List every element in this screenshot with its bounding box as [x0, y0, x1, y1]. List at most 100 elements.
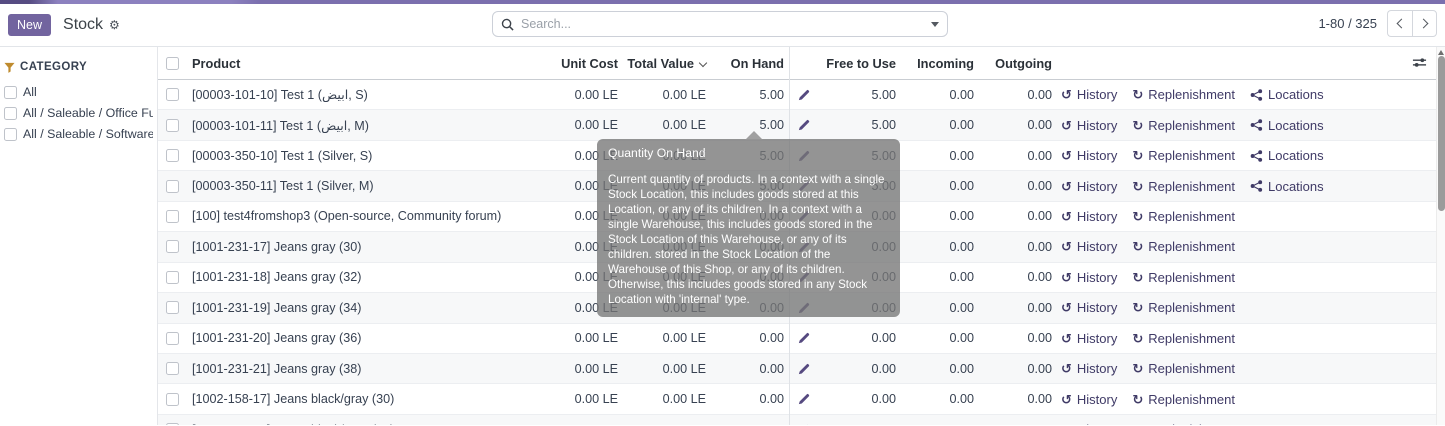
column-header-on-hand[interactable]: On Hand: [706, 56, 784, 71]
table-row[interactable]: [00003-101-11] Test 1 (ابيض, M) 0.00 LE …: [158, 110, 1445, 140]
history-button[interactable]: ↺History: [1061, 148, 1117, 163]
replenishment-button[interactable]: ↻Replenishment: [1132, 209, 1235, 224]
locations-button[interactable]: Locations: [1250, 179, 1324, 194]
edit-pencil-icon[interactable]: [798, 424, 810, 425]
table-row[interactable]: [1001-231-20] Jeans gray (36) 0.00 LE 0.…: [158, 324, 1445, 354]
search-input[interactable]: [521, 17, 925, 31]
vertical-scrollbar[interactable]: [1436, 47, 1445, 425]
table-row[interactable]: [00003-101-10] Test 1 (ابيض, S) 0.00 LE …: [158, 80, 1445, 110]
row-checkbox[interactable]: [166, 240, 179, 253]
replenishment-button[interactable]: ↻Replenishment: [1132, 300, 1235, 315]
replenishment-button[interactable]: ↻Replenishment: [1132, 179, 1235, 194]
locations-button[interactable]: Locations: [1250, 118, 1324, 133]
column-header-total-value[interactable]: Total Value: [618, 56, 706, 71]
replenishment-button[interactable]: ↻Replenishment: [1132, 239, 1235, 254]
history-button[interactable]: ↺History: [1061, 239, 1117, 254]
cell-on-hand[interactable]: 0.00: [706, 331, 784, 345]
cell-product[interactable]: [1001-231-20] Jeans gray (36): [186, 331, 518, 345]
history-button[interactable]: ↺History: [1061, 118, 1117, 133]
pager-previous-button[interactable]: [1387, 10, 1412, 37]
cell-on-hand[interactable]: 5.00: [706, 88, 784, 102]
category-filter-item[interactable]: All / Saleable / Office Fur...: [4, 106, 153, 120]
column-settings-icon[interactable]: [1412, 56, 1427, 70]
cell-product[interactable]: [1002-158-18] Jeans black/gray (32): [186, 423, 518, 425]
replenishment-button[interactable]: ↻Replenishment: [1132, 270, 1235, 285]
cell-product[interactable]: [1001-231-17] Jeans gray (30): [186, 240, 518, 254]
column-header-unit-cost[interactable]: Unit Cost: [518, 56, 618, 71]
history-button[interactable]: ↺History: [1061, 209, 1117, 224]
column-header-product[interactable]: Product: [186, 56, 518, 71]
cell-incoming: 0.00: [896, 149, 974, 163]
edit-pencil-icon[interactable]: [798, 393, 810, 405]
row-checkbox[interactable]: [166, 271, 179, 284]
row-checkbox[interactable]: [166, 210, 179, 223]
gear-icon[interactable]: ⚙: [109, 19, 120, 31]
locations-button[interactable]: Locations: [1250, 148, 1324, 163]
history-button[interactable]: ↺History: [1061, 422, 1117, 425]
scroll-up-arrow-icon[interactable]: [1438, 50, 1444, 55]
search-bar[interactable]: [492, 11, 948, 37]
new-button[interactable]: New: [8, 14, 51, 36]
cell-product[interactable]: [00003-350-11] Test 1 (Silver, M): [186, 179, 518, 193]
history-button[interactable]: ↺History: [1061, 300, 1117, 315]
category-checkbox[interactable]: [4, 107, 17, 120]
category-checkbox[interactable]: [4, 86, 17, 99]
cell-on-hand[interactable]: 0.00: [706, 423, 784, 425]
row-checkbox[interactable]: [166, 301, 179, 314]
replenishment-button[interactable]: ↻Replenishment: [1132, 148, 1235, 163]
cell-product[interactable]: [00003-350-10] Test 1 (Silver, S): [186, 149, 518, 163]
replenishment-button[interactable]: ↻Replenishment: [1132, 361, 1235, 376]
history-button[interactable]: ↺History: [1061, 361, 1117, 376]
edit-pencil-icon[interactable]: [798, 119, 810, 131]
cell-product[interactable]: [1002-158-17] Jeans black/gray (30): [186, 392, 518, 406]
cell-product[interactable]: [1001-231-21] Jeans gray (38): [186, 362, 518, 376]
row-checkbox[interactable]: [166, 119, 179, 132]
column-header-incoming[interactable]: Incoming: [896, 56, 974, 71]
row-checkbox[interactable]: [166, 88, 179, 101]
column-header-free-to-use[interactable]: Free to Use: [812, 56, 896, 71]
cell-product[interactable]: [1001-231-19] Jeans gray (34): [186, 301, 518, 315]
edit-pencil-icon[interactable]: [798, 363, 810, 375]
history-icon: ↺: [1061, 423, 1072, 425]
history-button[interactable]: ↺History: [1061, 87, 1117, 102]
replenishment-button[interactable]: ↻Replenishment: [1132, 422, 1235, 425]
cell-incoming: 0.00: [896, 88, 974, 102]
category-filter-item[interactable]: All: [4, 85, 153, 99]
page-title: Stock ⚙: [63, 16, 120, 34]
category-filter-item[interactable]: All / Saleable / Software: [4, 127, 153, 141]
cell-free-to-use: 0.00: [812, 331, 896, 345]
replenishment-button[interactable]: ↻Replenishment: [1132, 392, 1235, 407]
row-checkbox[interactable]: [166, 332, 179, 345]
cell-product[interactable]: [00003-101-11] Test 1 (ابيض, M): [186, 118, 518, 133]
cell-on-hand[interactable]: 0.00: [706, 392, 784, 406]
locations-button[interactable]: Locations: [1250, 87, 1324, 102]
row-checkbox[interactable]: [166, 149, 179, 162]
cell-on-hand[interactable]: 0.00: [706, 362, 784, 376]
select-all-checkbox[interactable]: [166, 57, 179, 70]
cell-product[interactable]: [00003-101-10] Test 1 (ابيض, S): [186, 87, 518, 102]
history-button[interactable]: ↺History: [1061, 331, 1117, 346]
cell-product[interactable]: [100] test4fromshop3 (Open-source, Commu…: [186, 209, 518, 223]
replenishment-button[interactable]: ↻Replenishment: [1132, 87, 1235, 102]
row-checkbox[interactable]: [166, 393, 179, 406]
history-button[interactable]: ↺History: [1061, 179, 1117, 194]
replenishment-button[interactable]: ↻Replenishment: [1132, 331, 1235, 346]
scrollbar-thumb[interactable]: [1438, 56, 1445, 211]
pager-next-button[interactable]: [1412, 10, 1437, 37]
column-header-outgoing[interactable]: Outgoing: [974, 56, 1052, 71]
replenishment-button[interactable]: ↻Replenishment: [1132, 118, 1235, 133]
table-row[interactable]: [1001-231-21] Jeans gray (38) 0.00 LE 0.…: [158, 354, 1445, 384]
table-row[interactable]: [1002-158-18] Jeans black/gray (32) 0.00…: [158, 415, 1445, 425]
history-button[interactable]: ↺History: [1061, 392, 1117, 407]
search-dropdown-caret-icon[interactable]: [931, 22, 939, 27]
history-button[interactable]: ↺History: [1061, 270, 1117, 285]
row-checkbox[interactable]: [166, 423, 179, 425]
cell-product[interactable]: [1001-231-18] Jeans gray (32): [186, 270, 518, 284]
replenishment-refresh-icon: ↻: [1132, 88, 1143, 101]
row-checkbox[interactable]: [166, 180, 179, 193]
row-checkbox[interactable]: [166, 362, 179, 375]
edit-pencil-icon[interactable]: [798, 89, 810, 101]
edit-pencil-icon[interactable]: [798, 332, 810, 344]
category-checkbox[interactable]: [4, 128, 17, 141]
table-row[interactable]: [1002-158-17] Jeans black/gray (30) 0.00…: [158, 384, 1445, 414]
